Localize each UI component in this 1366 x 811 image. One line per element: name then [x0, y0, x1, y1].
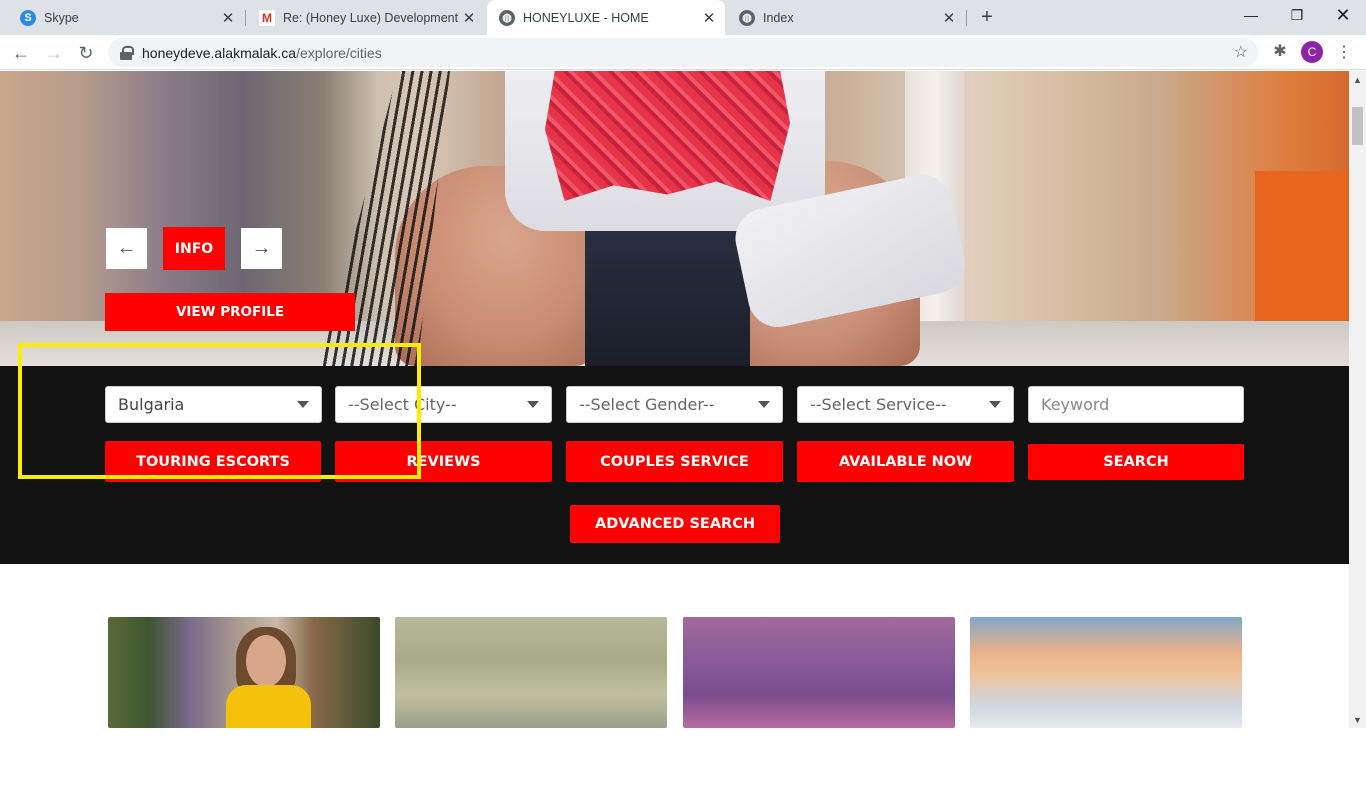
annotation-highlight-box: [18, 343, 421, 479]
available-now-button[interactable]: AVAILABLE NOW: [797, 441, 1014, 482]
browser-toolbar: ← → ↻ honeydeve.alakmalak.ca/explore/cit…: [0, 35, 1366, 70]
slider-next-button[interactable]: →: [241, 228, 282, 269]
page-scrollbar[interactable]: ▲ ▼: [1349, 71, 1366, 728]
address-bar[interactable]: honeydeve.alakmalak.ca/explore/cities ☆: [108, 38, 1258, 67]
arrow-right-icon: →: [251, 237, 272, 259]
tab-divider: [245, 10, 246, 26]
view-profile-button[interactable]: VIEW PROFILE: [105, 293, 355, 331]
bookmark-star-icon[interactable]: ☆: [1234, 42, 1248, 62]
new-tab-button[interactable]: +: [976, 6, 998, 28]
reload-icon[interactable]: ↻: [72, 39, 100, 67]
scrollbar-thumb[interactable]: [1352, 107, 1363, 145]
gender-value: --Select Gender--: [579, 395, 715, 414]
service-select[interactable]: --Select Service--: [797, 386, 1014, 423]
gmail-icon: M: [259, 9, 275, 26]
search-button[interactable]: SEARCH: [1028, 444, 1244, 480]
tab-honeyluxe[interactable]: ◍ HONEYLUXE - HOME ✕: [487, 0, 725, 35]
keyword-input[interactable]: [1028, 386, 1244, 423]
advanced-search-button[interactable]: ADVANCED SEARCH: [570, 505, 780, 543]
forward-icon[interactable]: →: [40, 39, 68, 67]
hero-slider: ← INFO → VIEW PROFILE: [0, 71, 1349, 366]
profile-avatar[interactable]: C: [1301, 41, 1323, 63]
card-photo: [246, 635, 286, 687]
tab-strip: S Skype ✕ M Re: (Honey Luxe) Development…: [0, 0, 1366, 35]
tab-divider: [966, 10, 967, 26]
tab-title: Skype: [44, 10, 79, 25]
close-icon[interactable]: ✕: [699, 8, 719, 28]
info-button[interactable]: INFO: [163, 227, 225, 270]
extensions-icon[interactable]: ✱: [1270, 41, 1290, 61]
scroll-down-icon[interactable]: ▼: [1349, 711, 1366, 728]
caret-down-icon: [989, 401, 1001, 408]
arrow-left-icon: ←: [116, 237, 137, 259]
minimize-icon[interactable]: —: [1228, 0, 1274, 30]
menu-icon[interactable]: ⋮: [1336, 41, 1352, 63]
url-host: honeydeve.alakmalak.ca: [142, 44, 297, 61]
tab-title: Index: [763, 10, 794, 25]
profile-card[interactable]: [683, 617, 955, 728]
tab-skype[interactable]: S Skype ✕: [8, 0, 244, 35]
close-icon[interactable]: ✕: [218, 8, 238, 28]
profile-card[interactable]: [970, 617, 1242, 728]
hero-photo: [585, 221, 750, 366]
skype-icon: S: [20, 9, 36, 26]
caret-down-icon: [527, 401, 539, 408]
page-viewport: ← INFO → VIEW PROFILE Bulgaria --Select …: [0, 71, 1349, 811]
caret-down-icon: [758, 401, 770, 408]
tab-gmail[interactable]: M Re: (Honey Luxe) Development - ✕: [247, 0, 485, 35]
service-value: --Select Service--: [810, 395, 947, 414]
globe-icon: ◍: [739, 9, 755, 26]
gender-select[interactable]: --Select Gender--: [566, 386, 783, 423]
back-icon[interactable]: ←: [7, 39, 35, 67]
url-path: /explore/cities: [296, 44, 382, 61]
hero-photo: [545, 71, 790, 201]
lock-icon: [120, 45, 134, 60]
tab-title: HONEYLUXE - HOME: [523, 10, 649, 25]
scroll-up-icon[interactable]: ▲: [1349, 71, 1366, 88]
hero-background: [1255, 171, 1349, 321]
close-icon[interactable]: ✕: [459, 8, 479, 28]
couples-service-button[interactable]: COUPLES SERVICE: [566, 441, 783, 482]
window-close-icon[interactable]: ✕: [1320, 0, 1366, 30]
globe-icon: ◍: [499, 9, 515, 26]
tab-index[interactable]: ◍ Index ✕: [727, 0, 965, 35]
restore-icon[interactable]: ❐: [1274, 0, 1320, 30]
profile-card[interactable]: [395, 617, 667, 728]
slider-prev-button[interactable]: ←: [106, 228, 147, 269]
card-photo: [226, 685, 311, 728]
tab-title: Re: (Honey Luxe) Development -: [283, 10, 459, 25]
close-icon[interactable]: ✕: [939, 8, 959, 28]
profile-card[interactable]: [108, 617, 380, 728]
